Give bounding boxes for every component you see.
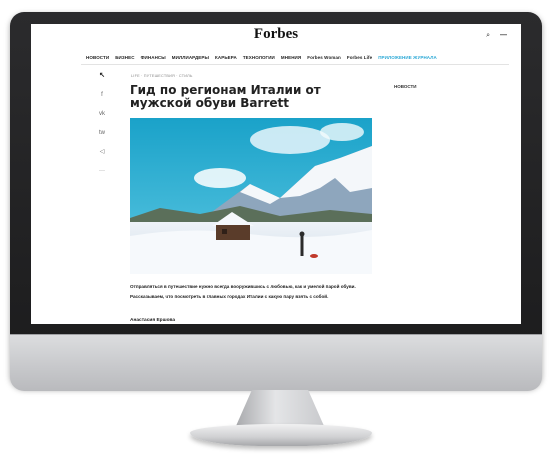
nav-item-career[interactable]: КАРЬЕРА (215, 55, 237, 60)
nav-item-opinions[interactable]: МНЕНИЯ (281, 55, 301, 60)
monitor-chin (10, 334, 542, 391)
nav-divider (81, 64, 509, 65)
main-nav: НОВОСТИ БИЗНЕС ФИНАНСЫ МИЛЛИАРДЕРЫ КАРЬЕ… (86, 51, 506, 63)
twitter-icon[interactable]: tw (99, 127, 105, 146)
hero-image (130, 118, 372, 274)
article-author[interactable]: Анастасия Ершова (130, 318, 175, 323)
nav-item-business[interactable]: БИЗНЕС (115, 55, 134, 60)
menu-icon[interactable]: — (500, 32, 507, 39)
share-icon[interactable]: ↖ (99, 70, 105, 89)
nav-item-technology[interactable]: ТЕХНОЛОГИИ (243, 55, 275, 60)
monitor-stand-base (190, 424, 372, 446)
nav-item-billionaires[interactable]: МИЛЛИАРДЕРЫ (172, 55, 209, 60)
telegram-icon[interactable]: ◁ (100, 146, 105, 165)
nav-item-finance[interactable]: ФИНАНСЫ (141, 55, 166, 60)
site-logo[interactable]: Forbes (31, 26, 521, 43)
facebook-icon[interactable]: f (101, 89, 103, 108)
more-icon[interactable]: ··· (99, 165, 105, 184)
breadcrumb[interactable]: LIFE · ПУТЕШЕСТВИЯ · СТИЛЬ (131, 74, 193, 78)
vk-icon[interactable]: vk (99, 108, 105, 127)
browser-screen: Forbes ⌕ — НОВОСТИ БИЗНЕС ФИНАНСЫ МИЛЛИА… (31, 24, 521, 324)
article-lead: Отправляться в путешествие нужно всегда … (130, 284, 356, 299)
nav-item-forbes-life[interactable]: Forbes Life (347, 55, 372, 60)
search-icon[interactable]: ⌕ (486, 32, 490, 39)
article-title: Гид по регионам Италии от мужской обуви … (130, 83, 321, 110)
share-bar: ↖ f vk tw ◁ ··· (96, 70, 108, 184)
header-actions: ⌕ — (486, 32, 507, 40)
monitor-stand-neck (236, 390, 324, 426)
nav-item-app[interactable]: ПРИЛОЖЕНИЕ ЖУРНАЛА (378, 55, 437, 60)
nav-item-news[interactable]: НОВОСТИ (86, 55, 109, 60)
sidebar-label[interactable]: НОВОСТИ (394, 84, 417, 89)
nav-item-forbes-woman[interactable]: Forbes Woman (307, 55, 341, 60)
